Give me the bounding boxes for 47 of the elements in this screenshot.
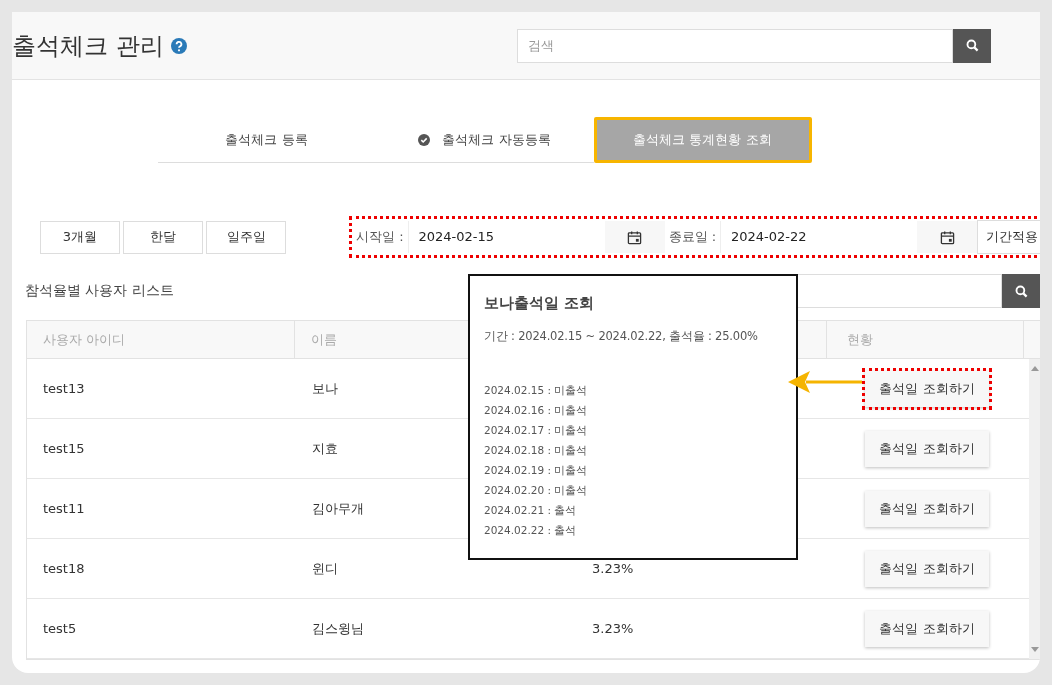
- search-button[interactable]: [953, 28, 991, 63]
- table-cell: test18: [43, 561, 85, 576]
- column-header: 사용자 아이디: [27, 321, 295, 358]
- view-attendance-button[interactable]: 출석일 조회하기: [865, 550, 989, 587]
- table-cell: test11: [43, 501, 85, 516]
- list-title: 참석율별 사용자 리스트: [25, 282, 174, 300]
- view-attendance-button[interactable]: 출석일 조회하기: [865, 370, 989, 407]
- calendar-button[interactable]: [917, 221, 978, 253]
- apply-period-button[interactable]: 기간적용: [977, 220, 1040, 254]
- popup-title: 보나출석일 조회: [484, 294, 596, 313]
- attendance-entry: 2024.02.18 : 미출석: [484, 443, 589, 458]
- attendance-entry: 2024.02.15 : 미출석: [484, 383, 589, 398]
- page-title: 출석체크 관리: [12, 30, 164, 62]
- view-attendance-button[interactable]: 출석일 조회하기: [865, 430, 989, 467]
- table-cell: 보나: [312, 379, 338, 398]
- attendance-entry: 2024.02.19 : 미출석: [484, 463, 589, 478]
- table-cell: test15: [43, 441, 85, 456]
- table-cell: test13: [43, 381, 85, 396]
- table-cell: 3.23%: [592, 621, 634, 636]
- view-attendance-button[interactable]: 출석일 조회하기: [865, 490, 989, 527]
- start-date-label: 시작일 :: [355, 228, 405, 246]
- table-cell: 김스윙님: [312, 619, 364, 638]
- table-cell: 3.23%: [592, 561, 634, 576]
- attendance-entry: 2024.02.22 : 출석: [484, 523, 578, 538]
- calendar-icon: [939, 229, 955, 245]
- search-button[interactable]: [1002, 274, 1040, 308]
- attendance-entry: 2024.02.17 : 미출석: [484, 423, 589, 438]
- column-header: 현황: [826, 321, 1024, 358]
- period-button[interactable]: 한달: [123, 220, 203, 254]
- table-cell: 윈디: [312, 559, 338, 578]
- end-date-label: 종료일 :: [667, 228, 718, 246]
- view-attendance-button[interactable]: 출석일 조회하기: [865, 610, 989, 647]
- period-button[interactable]: 3개월: [40, 220, 120, 254]
- calendar-button[interactable]: [604, 221, 665, 253]
- search-icon: [965, 39, 979, 52]
- table-cell: test5: [43, 621, 77, 636]
- check-circle-icon: [418, 133, 431, 146]
- attendance-entry: 2024.02.21 : 출석: [484, 503, 578, 518]
- table-cell: 지효: [312, 439, 338, 458]
- table-cell: 김아무개: [312, 499, 364, 518]
- attendance-entry: 2024.02.16 : 미출석: [484, 403, 589, 418]
- help-icon[interactable]: [170, 37, 187, 54]
- search-field[interactable]: 검색: [517, 28, 953, 63]
- attendance-entry: 2024.02.20 : 미출석: [484, 483, 589, 498]
- calendar-icon: [627, 229, 642, 245]
- period-button[interactable]: 일주일: [206, 220, 286, 254]
- search-icon: [1014, 284, 1028, 298]
